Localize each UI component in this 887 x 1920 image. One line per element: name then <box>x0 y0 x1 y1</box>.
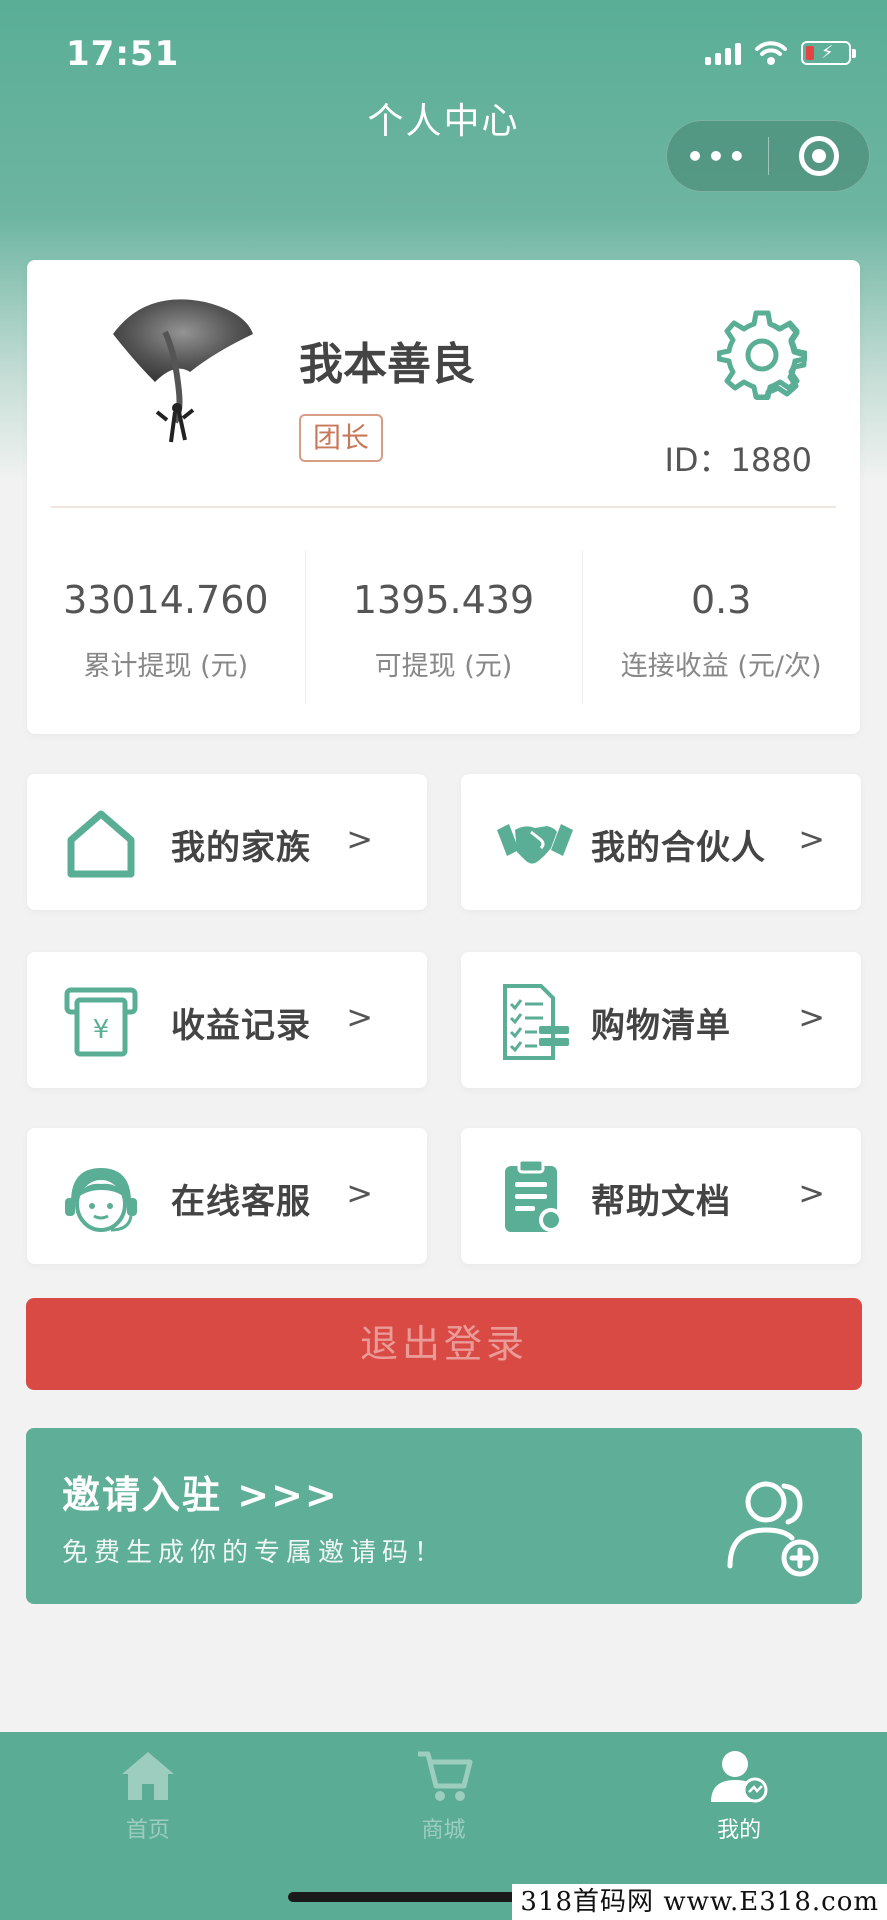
menu-my-partners[interactable]: 我的合伙人 > <box>461 774 861 910</box>
status-icons: ⚡ <box>705 40 856 66</box>
menu-label: 我的合伙人 <box>591 828 766 868</box>
status-time: 17:51 <box>66 34 180 74</box>
avatar[interactable] <box>95 292 275 472</box>
wifi-icon <box>755 41 787 65</box>
invite-banner[interactable]: 邀请入驻 >>> 免费生成你的专属邀请码！ <box>26 1428 862 1604</box>
tab-label: 首页 <box>125 1818 170 1843</box>
income-record-icon: ¥ <box>64 987 138 1057</box>
stat-value: 1395.439 <box>352 578 535 622</box>
invite-subtitle: 免费生成你的专属邀请码！ <box>62 1538 447 1568</box>
watermark: 318首码网 www.E318.com <box>512 1884 887 1920</box>
gear-icon[interactable] <box>717 310 807 400</box>
chevron-right-icon: > <box>798 998 825 1036</box>
stats-row: 33014.760 累计提现 (元) 1395.439 可提现 (元) 0.3 … <box>27 510 860 734</box>
stat-label: 连接收益 (元/次) <box>620 651 822 682</box>
chevron-right-icon: > <box>798 1174 825 1212</box>
stat-value: 33014.760 <box>63 578 269 622</box>
menu-label: 购物清单 <box>591 1006 731 1046</box>
chevron-right-icon: > <box>346 820 373 858</box>
menu-label: 帮助文档 <box>591 1182 731 1222</box>
mini-program-capsule: ••• <box>666 120 870 192</box>
user-icon <box>711 1751 768 1803</box>
role-badge: 团长 <box>299 414 384 462</box>
chevron-right-icon: > <box>346 1174 373 1212</box>
stat-label: 累计提现 (元) <box>83 651 249 682</box>
menu-online-service[interactable]: 在线客服 > <box>27 1128 427 1264</box>
handshake-icon <box>497 824 573 864</box>
page: 17:51 ⚡ 个人中心 ••• 我本善良 团长 ID：1880 33014.7… <box>0 0 887 1920</box>
menu-income-records[interactable]: ¥ 收益记录 > <box>27 952 427 1088</box>
logout-button[interactable]: 退出登录 <box>26 1298 862 1390</box>
user-id: ID：1880 <box>664 441 812 479</box>
tab-label: 商城 <box>421 1818 466 1843</box>
menu-shopping-list[interactable]: 购物清单 > <box>461 952 861 1088</box>
cart-icon <box>417 1751 472 1801</box>
invite-title: 邀请入驻 >>> <box>62 1473 339 1517</box>
stat-value: 0.3 <box>690 578 752 622</box>
menu-label: 在线客服 <box>171 1182 311 1222</box>
house-icon <box>67 810 135 878</box>
profile-divider <box>51 506 836 508</box>
add-users-icon <box>727 1481 819 1577</box>
chevron-right-icon: > <box>798 820 825 858</box>
menu-label: 我的家族 <box>171 828 311 868</box>
battery-icon: ⚡ <box>801 41 856 65</box>
menu-help-docs[interactable]: 帮助文档 > <box>461 1128 861 1264</box>
clipboard-icon <box>505 1158 563 1232</box>
tab-home[interactable]: 首页 <box>0 1732 296 1920</box>
cellular-signal-icon <box>705 41 741 65</box>
chevron-right-icon: > <box>346 998 373 1036</box>
target-icon <box>798 136 839 176</box>
home-icon <box>121 1752 174 1800</box>
more-dots-icon[interactable]: ••• <box>667 140 768 173</box>
stat-label: 可提现 (元) <box>374 651 513 682</box>
tab-label: 我的 <box>717 1818 762 1843</box>
stat-total-withdrawn[interactable]: 33014.760 累计提现 (元) <box>27 510 305 734</box>
close-button[interactable] <box>769 136 869 176</box>
menu-label: 收益记录 <box>171 1006 311 1046</box>
stat-connect-income[interactable]: 0.3 连接收益 (元/次) <box>582 510 860 734</box>
headset-icon <box>65 1168 137 1232</box>
svg-text:¥: ¥ <box>93 1015 110 1045</box>
checklist-icon <box>503 984 569 1060</box>
profile-card: 我本善良 团长 ID：1880 33014.760 累计提现 (元) 1395.… <box>27 260 860 734</box>
menu-my-family[interactable]: 我的家族 > <box>27 774 427 910</box>
username: 我本善良 <box>299 339 475 390</box>
stat-withdrawable[interactable]: 1395.439 可提现 (元) <box>304 510 583 734</box>
status-bar: 17:51 ⚡ <box>0 0 887 100</box>
